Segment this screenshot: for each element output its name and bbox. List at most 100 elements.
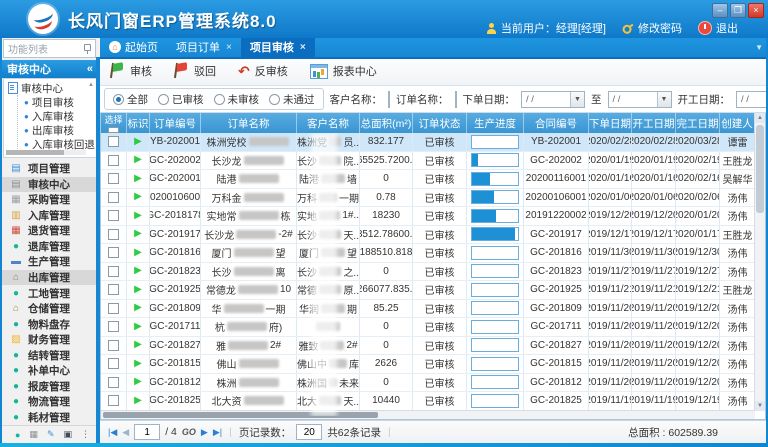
table-row[interactable]: ▶YB-202001株洲党校株洲党员..832.177已审核YB-2020012… <box>101 133 755 152</box>
row-checkbox[interactable] <box>108 210 119 221</box>
row-checkbox[interactable] <box>108 266 119 277</box>
status-radio[interactable]: 全部 <box>113 92 148 107</box>
sidebar-module[interactable]: ●退库管理 <box>2 239 98 255</box>
change-password-button[interactable]: 修改密码 <box>622 20 682 36</box>
minimize-button[interactable]: – <box>712 3 728 18</box>
scroll-up-icon[interactable]: ▲ <box>755 113 765 123</box>
row-checkbox[interactable] <box>108 136 119 147</box>
start-date-picker[interactable]: / / ▼ <box>736 91 766 108</box>
row-checkbox[interactable] <box>108 321 119 332</box>
table-row[interactable]: ▶GC-202002长沙龙长沙院..65525.7200..已审核GC-2020… <box>101 152 755 171</box>
horizontal-scrollbar[interactable] <box>101 410 755 419</box>
tree-root[interactable]: 审核中心 <box>8 81 96 95</box>
sidebar-module[interactable]: ⌂出库管理 <box>2 270 98 286</box>
action-button[interactable]: 审核 <box>106 61 156 81</box>
order-date-from-picker[interactable]: / / ▼ <box>521 91 585 108</box>
maximize-button[interactable]: ❐ <box>730 3 746 18</box>
row-checkbox[interactable] <box>108 247 119 258</box>
table-row[interactable]: ▶GC-201917长沙龙-2#长沙天..8512.78600..已审核GC-2… <box>101 226 755 245</box>
table-row[interactable]: ▶GC-201809华一期华润期85.25已审核GC-2018092019/11… <box>101 300 755 319</box>
table-row[interactable]: ▶GC-202001陆港陆港墙0已审核202001160012020/01/16… <box>101 170 755 189</box>
column-header[interactable]: 创建人 <box>720 113 755 133</box>
sidebar-module[interactable]: ●物料盘存 <box>2 316 98 332</box>
row-checkbox[interactable] <box>108 395 119 406</box>
sidebar-module[interactable]: ▨财务管理 <box>2 332 98 348</box>
report-center-button[interactable]: 报表中心 <box>306 61 381 81</box>
table-row[interactable]: ▶GC-201711杭府)0已审核GC-2017112019/11/202019… <box>101 318 755 337</box>
order-date-to-picker[interactable]: / / ▼ <box>608 91 672 108</box>
row-checkbox[interactable] <box>108 229 119 240</box>
table-row[interactable]: ▶GC-2018178实地常栋实地1#..18230已审核20191220002… <box>101 207 755 226</box>
row-checkbox[interactable] <box>108 155 119 166</box>
table-row[interactable]: ▶GC-201827雅2#雅致2#0已审核GC-2018272019/11/20… <box>101 337 755 356</box>
column-header[interactable]: 选择 <box>101 113 127 133</box>
table-row[interactable]: ▶20200106001万科金万科一期0.78已审核20200106001202… <box>101 189 755 208</box>
column-header[interactable]: 客户名称 <box>297 113 360 133</box>
column-header[interactable]: 订单名称 <box>201 113 297 133</box>
go-button[interactable]: GO <box>182 427 196 437</box>
row-checkbox[interactable] <box>108 303 119 314</box>
column-header[interactable]: 订单编号 <box>150 113 201 133</box>
sidebar-module[interactable]: ▥入库管理 <box>2 208 98 224</box>
function-list-search[interactable]: 功能列表 <box>3 39 96 58</box>
sidebar-module[interactable]: ▦采购管理 <box>2 192 98 208</box>
column-header[interactable]: 生产进度 <box>467 113 524 133</box>
row-checkbox[interactable] <box>108 358 119 369</box>
prev-page-button[interactable]: ◀ <box>122 427 129 437</box>
first-page-button[interactable]: |◀ <box>108 427 117 437</box>
tab-item[interactable]: 项目订单× <box>167 38 241 57</box>
sidebar-module[interactable]: ▦退货管理 <box>2 223 98 239</box>
close-button[interactable]: × <box>748 3 764 18</box>
order-name-input[interactable] <box>455 91 457 108</box>
table-row[interactable]: ▶GC-201925常德龙10常德原..266077.835..已审核GC-20… <box>101 281 755 300</box>
customer-name-input[interactable] <box>388 91 390 108</box>
scroll-down-icon[interactable]: ▼ <box>755 401 765 411</box>
next-page-button[interactable]: ▶ <box>201 427 208 437</box>
column-header[interactable]: 下单日期 <box>589 113 632 133</box>
table-row[interactable]: ▶GC-201825北大资北大天..10440已审核GC-2018252019/… <box>101 392 755 411</box>
tree-item[interactable]: ●出库审核 <box>18 123 96 137</box>
sidebar-module[interactable]: ●物流管理 <box>2 394 98 410</box>
last-page-button[interactable]: ▶| <box>213 427 222 437</box>
sidebar-module[interactable]: ●报废管理 <box>2 378 98 394</box>
row-checkbox[interactable] <box>108 192 119 203</box>
status-radio[interactable]: 已审核 <box>158 92 204 107</box>
tab-item[interactable]: 项目审核× <box>241 38 315 57</box>
table-row[interactable]: ▶GC-201812株洲株洲国未来0已审核GC-2018122019/11/20… <box>101 374 755 393</box>
logout-button[interactable]: 退出 <box>698 20 738 36</box>
table-row[interactable]: ▶GC-201816厦门望厦门望188510.818已审核GC-20181620… <box>101 244 755 263</box>
column-header[interactable]: 标识 <box>127 113 150 133</box>
splitter[interactable] <box>96 57 100 443</box>
sidebar-module[interactable]: ●补单中心 <box>2 363 98 379</box>
sidebar-module[interactable]: ●耗材管理 <box>2 410 98 426</box>
tree-item[interactable]: ●项目审核 <box>18 95 96 109</box>
table-row[interactable]: ▶GC-201815佛山佛山中库2626已审核GC-2018152019/11/… <box>101 355 755 374</box>
action-button[interactable]: ↶反审核 <box>234 61 292 81</box>
edit-icon[interactable]: ✎ <box>47 429 55 440</box>
status-dot-icon[interactable]: ● <box>15 430 20 440</box>
row-checkbox[interactable] <box>108 284 119 295</box>
tree-scroll-up-icon[interactable]: ▲ <box>88 82 94 88</box>
column-header[interactable]: 合同编号 <box>524 113 589 133</box>
column-header[interactable]: 订单状态 <box>413 113 467 133</box>
tab-item[interactable]: ⌂起始页 <box>100 38 167 57</box>
page-size-input[interactable] <box>296 424 322 440</box>
collapse-icon[interactable]: « <box>87 63 93 75</box>
more-icon[interactable]: ⋮ <box>81 429 90 440</box>
row-checkbox[interactable] <box>108 340 119 351</box>
sidebar-module[interactable]: ●结转管理 <box>2 347 98 363</box>
chevron-down-icon[interactable]: ▼ <box>657 92 671 107</box>
status-radio[interactable]: 未通过 <box>269 92 315 107</box>
scroll-thumb[interactable] <box>756 125 764 213</box>
pin-icon[interactable] <box>83 44 91 54</box>
tree-hscrollbar[interactable] <box>6 150 86 155</box>
tree-item[interactable]: ●入库审核 <box>18 109 96 123</box>
tree-item[interactable]: ●入库审核回退 <box>18 137 96 151</box>
hscroll-thumb[interactable] <box>103 412 378 418</box>
row-checkbox[interactable] <box>108 173 119 184</box>
sidebar-module[interactable]: ▤项目管理 <box>2 161 98 177</box>
column-header[interactable]: 开工日期 <box>632 113 676 133</box>
table-row[interactable]: ▶GC-201823长沙离长沙之..0已审核GC-2018232019/11/2… <box>101 263 755 282</box>
chevron-down-icon[interactable]: ▼ <box>570 92 584 107</box>
sidebar-module[interactable]: ●工地管理 <box>2 285 98 301</box>
